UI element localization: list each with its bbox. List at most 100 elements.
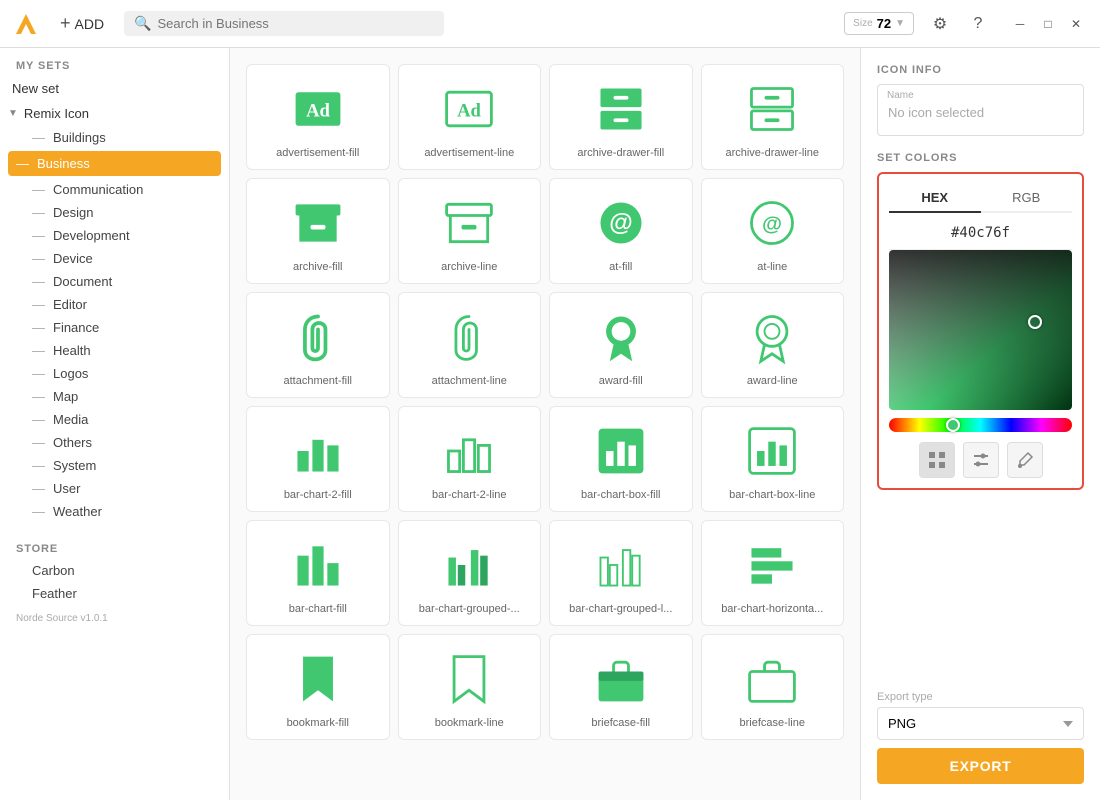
- icon-label: briefcase-fill: [591, 717, 650, 729]
- icon-cell-advertisement-line[interactable]: Ad advertisement-line: [398, 64, 542, 170]
- sidebar-subitem-weather[interactable]: — Weather: [0, 500, 229, 523]
- icon-visual: [288, 535, 348, 595]
- icon-cell-archive-drawer-line[interactable]: archive-drawer-line: [701, 64, 845, 170]
- sidebar-item-new-set[interactable]: New set: [0, 76, 229, 101]
- search-input[interactable]: [158, 16, 435, 31]
- svg-text:Ad: Ad: [306, 100, 330, 121]
- icon-label: award-line: [747, 375, 798, 387]
- dash-icon: —: [32, 182, 45, 197]
- icon-visual: [439, 649, 499, 709]
- size-control[interactable]: Size 72 ▼: [844, 12, 914, 35]
- version-label: Norde Source v1.0.1: [0, 605, 229, 632]
- sidebar-subitem-business[interactable]: — Business: [8, 151, 221, 176]
- icon-cell-at-line[interactable]: @ at-line: [701, 178, 845, 284]
- icon-label: attachment-fill: [284, 375, 352, 387]
- color-gradient-picker[interactable]: [889, 250, 1072, 410]
- store-label: STORE: [0, 531, 229, 559]
- dash-icon: —: [32, 504, 45, 519]
- hex-input[interactable]: [889, 221, 1072, 250]
- icon-cell-attachment-fill[interactable]: attachment-fill: [246, 292, 390, 398]
- sidebar-subitem-editor[interactable]: — Editor: [0, 293, 229, 316]
- sidebar-subitem-finance[interactable]: — Finance: [0, 316, 229, 339]
- color-tabs: HEX RGB: [889, 184, 1072, 213]
- icon-cell-briefcase-line[interactable]: briefcase-line: [701, 634, 845, 740]
- icon-visual: [591, 79, 651, 139]
- icon-label: bar-chart-2-line: [432, 489, 507, 501]
- icon-cell-attachment-line[interactable]: attachment-line: [398, 292, 542, 398]
- icon-cell-briefcase-fill[interactable]: briefcase-fill: [549, 634, 693, 740]
- icon-cell-bar-chart-2-fill[interactable]: bar-chart-2-fill: [246, 406, 390, 512]
- icon-name-value: No icon selected: [888, 105, 984, 120]
- dropper-tool-button[interactable]: [1007, 442, 1043, 478]
- icon-info-section: ICON INFO Name No icon selected: [877, 64, 1084, 136]
- sidebar-item-label: Development: [53, 228, 130, 243]
- icon-cell-at-fill[interactable]: @ at-fill: [549, 178, 693, 284]
- export-type-label: Export type: [877, 691, 1084, 703]
- sidebar-subitem-health[interactable]: — Health: [0, 339, 229, 362]
- sidebar-subitem-communication[interactable]: — Communication: [0, 178, 229, 201]
- sidebar-item-label: Business: [37, 156, 90, 171]
- help-icon[interactable]: ?: [964, 10, 992, 38]
- tab-rgb[interactable]: RGB: [981, 184, 1073, 213]
- tab-hex[interactable]: HEX: [889, 184, 981, 213]
- hue-slider[interactable]: [889, 418, 1072, 432]
- icon-cell-bar-chart-2-line[interactable]: bar-chart-2-line: [398, 406, 542, 512]
- sidebar-item-carbon[interactable]: Carbon: [0, 559, 229, 582]
- icon-visual: Ad: [288, 79, 348, 139]
- sidebar-subitem-device[interactable]: — Device: [0, 247, 229, 270]
- icon-cell-archive-fill[interactable]: archive-fill: [246, 178, 390, 284]
- sidebar-item-feather[interactable]: Feather: [0, 582, 229, 605]
- sliders-tool-button[interactable]: [963, 442, 999, 478]
- icon-cell-bar-chart-grouped-fill[interactable]: bar-chart-grouped-...: [398, 520, 542, 626]
- icon-cell-bar-chart-box-fill[interactable]: bar-chart-box-fill: [549, 406, 693, 512]
- topbar: + ADD 🔍 Size 72 ▼ ⚙ ? ─ □ ✕: [0, 0, 1100, 48]
- hue-thumb: [946, 418, 960, 432]
- export-type-select[interactable]: PNG SVG ICO: [877, 707, 1084, 740]
- icon-cell-bar-chart-fill[interactable]: bar-chart-fill: [246, 520, 390, 626]
- icon-label: archive-drawer-fill: [577, 147, 664, 159]
- color-tools: [889, 442, 1072, 478]
- grid-tool-button[interactable]: [919, 442, 955, 478]
- export-button[interactable]: EXPORT: [877, 748, 1084, 784]
- right-panel: ICON INFO Name No icon selected SET COLO…: [860, 48, 1100, 800]
- icon-cell-award-line[interactable]: award-line: [701, 292, 845, 398]
- sidebar-subitem-media[interactable]: — Media: [0, 408, 229, 431]
- sidebar-subitem-map[interactable]: — Map: [0, 385, 229, 408]
- sidebar-item-remix-icon[interactable]: ▼ Remix Icon: [0, 101, 229, 126]
- maximize-button[interactable]: □: [1036, 12, 1060, 36]
- icon-visual: [742, 535, 802, 595]
- sidebar-subitem-document[interactable]: — Document: [0, 270, 229, 293]
- sidebar-subitem-system[interactable]: — System: [0, 454, 229, 477]
- icon-label: at-line: [757, 261, 787, 273]
- sidebar-subitem-design[interactable]: — Design: [0, 201, 229, 224]
- sidebar-subitem-user[interactable]: — User: [0, 477, 229, 500]
- sidebar-item-label: Buildings: [53, 130, 106, 145]
- settings-icon[interactable]: ⚙: [926, 10, 954, 38]
- sidebar-item-label: Health: [53, 343, 91, 358]
- add-button[interactable]: + ADD: [52, 9, 112, 38]
- minimize-button[interactable]: ─: [1008, 12, 1032, 36]
- sidebar-item-label: Carbon: [32, 563, 75, 578]
- icon-visual: @: [742, 193, 802, 253]
- icon-cell-bar-chart-grouped-line[interactable]: bar-chart-grouped-l...: [549, 520, 693, 626]
- sidebar-item-label: Document: [53, 274, 112, 289]
- sidebar-item-label: User: [53, 481, 80, 496]
- icon-label: briefcase-line: [740, 717, 805, 729]
- sidebar-subitem-logos[interactable]: — Logos: [0, 362, 229, 385]
- sidebar-item-label: System: [53, 458, 96, 473]
- icon-cell-advertisement-fill[interactable]: Ad advertisement-fill: [246, 64, 390, 170]
- sidebar-subitem-others[interactable]: — Others: [0, 431, 229, 454]
- sidebar-subitem-development[interactable]: — Development: [0, 224, 229, 247]
- close-button[interactable]: ✕: [1064, 12, 1088, 36]
- icon-label: bar-chart-fill: [289, 603, 347, 615]
- icon-cell-bookmark-line[interactable]: bookmark-line: [398, 634, 542, 740]
- icon-cell-bar-chart-horizontal[interactable]: bar-chart-horizonta...: [701, 520, 845, 626]
- icon-cell-archive-line[interactable]: archive-line: [398, 178, 542, 284]
- icon-cell-archive-drawer-fill[interactable]: archive-drawer-fill: [549, 64, 693, 170]
- icon-cell-bookmark-fill[interactable]: bookmark-fill: [246, 634, 390, 740]
- icon-visual: [742, 307, 802, 367]
- dash-icon: —: [32, 481, 45, 496]
- icon-cell-bar-chart-box-line[interactable]: bar-chart-box-line: [701, 406, 845, 512]
- icon-cell-award-fill[interactable]: award-fill: [549, 292, 693, 398]
- sidebar-subitem-buildings[interactable]: — Buildings: [0, 126, 229, 149]
